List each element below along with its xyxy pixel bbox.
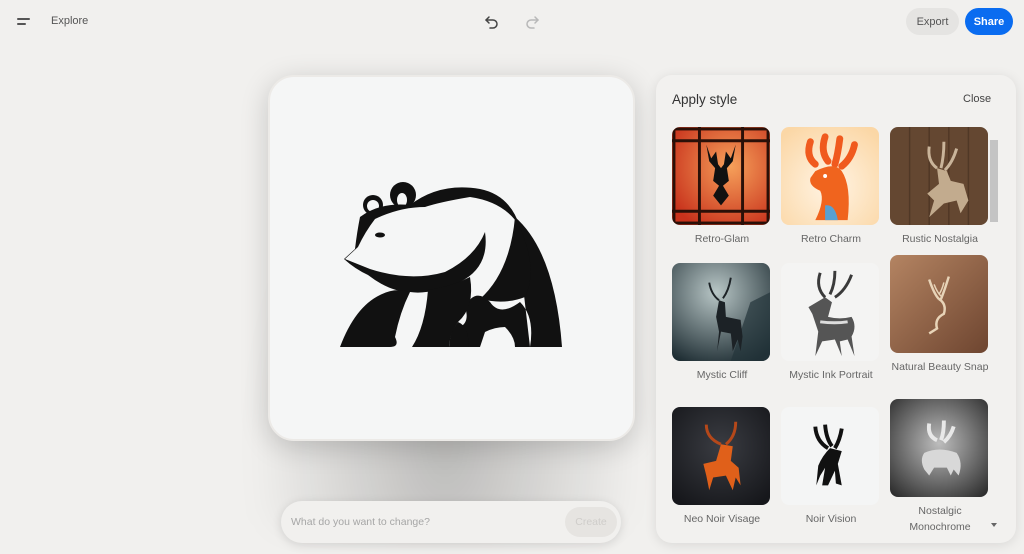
prompt-bar: Create: [281, 501, 621, 543]
style-item-neo-noir-visage[interactable]: Neo Noir Visage: [672, 407, 772, 527]
export-button[interactable]: Export: [906, 8, 959, 35]
style-thumbnail: [672, 263, 770, 361]
style-thumbnail: [890, 127, 988, 225]
style-thumbnail: [890, 399, 988, 497]
style-label: Mystic Cliff: [696, 369, 748, 381]
panel-title: Apply style: [672, 92, 738, 107]
style-label: Mystic Ink Portrait: [789, 369, 873, 381]
prompt-input[interactable]: [291, 511, 561, 533]
style-thumbnail: [781, 127, 879, 225]
style-label: Retro-Glam: [694, 233, 750, 245]
hamburger-menu-icon[interactable]: [14, 12, 34, 32]
close-button[interactable]: Close: [963, 93, 991, 105]
bear-logo-image: [340, 182, 562, 347]
style-item-mystic-cliff[interactable]: Mystic Cliff: [672, 263, 772, 383]
style-label: Rustic Nostalgia: [902, 233, 978, 245]
style-label: Noir Vision: [805, 513, 857, 525]
style-label: Nostalgic Monochrome: [909, 505, 971, 533]
style-item-rustic-nostalgia[interactable]: Rustic Nostalgia: [890, 127, 990, 247]
style-item-noir-vision[interactable]: Noir Vision: [781, 407, 881, 527]
style-item-retro-charm[interactable]: Retro Charm: [781, 127, 881, 247]
style-item-mystic-ink-portrait[interactable]: Mystic Ink Portrait: [781, 263, 881, 383]
style-thumbnail: [781, 407, 879, 505]
style-thumbnail: [890, 255, 988, 353]
style-label: Natural Beauty Snap: [891, 361, 989, 373]
undo-icon[interactable]: [482, 12, 502, 32]
scrollbar-thumb[interactable]: [990, 140, 998, 222]
explore-link[interactable]: Explore: [51, 15, 88, 27]
create-button[interactable]: Create: [565, 507, 617, 537]
style-thumbnail: [781, 263, 879, 361]
scroll-down-arrow-icon[interactable]: [991, 523, 997, 527]
redo-icon[interactable]: [522, 12, 542, 32]
style-label: Neo Noir Visage: [683, 513, 761, 525]
style-item-retro-glam[interactable]: Retro-Glam: [672, 127, 772, 247]
style-item-nostalgic-monochrome[interactable]: Nostalgic Monochrome: [890, 399, 990, 535]
style-item-natural-beauty-snap[interactable]: Natural Beauty Snap: [890, 255, 990, 375]
apply-style-panel: Apply style Close Retro-Glam Retro Charm…: [656, 75, 1016, 543]
top-bar: Explore Export Share: [0, 0, 1024, 44]
style-list-scrollbar[interactable]: [990, 135, 999, 527]
style-label: Retro Charm: [800, 233, 862, 245]
style-thumbnail: [672, 407, 770, 505]
style-thumbnail: [672, 127, 770, 225]
share-button[interactable]: Share: [965, 8, 1013, 35]
image-canvas[interactable]: [268, 75, 635, 441]
